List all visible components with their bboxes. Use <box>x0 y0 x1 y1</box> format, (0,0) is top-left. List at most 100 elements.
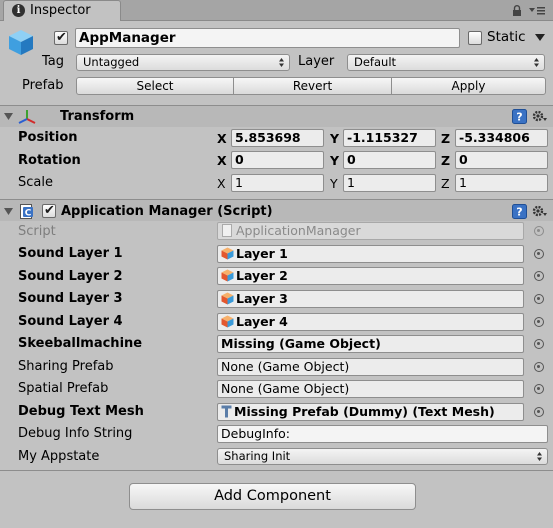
check-icon: ✔ <box>56 30 67 45</box>
rotation-x-input[interactable]: 0 <box>231 151 324 169</box>
rotation-z-input[interactable]: 0 <box>455 151 548 169</box>
skeeballmachine-field[interactable]: Missing (Game Object) <box>217 335 524 353</box>
rotation-x-axis-label[interactable]: X <box>217 153 227 168</box>
gear-icon[interactable] <box>532 109 548 124</box>
sharing-prefab-label: Sharing Prefab <box>18 359 114 374</box>
foldout-arrow-icon[interactable] <box>4 113 13 120</box>
updown-arrow-icon <box>537 452 542 461</box>
add-component-button[interactable]: Add Component <box>129 483 416 510</box>
object-picker-icon[interactable] <box>534 317 544 327</box>
skeeballmachine-label: Skeeballmachine <box>18 336 143 351</box>
debug-info-string-label: Debug Info String <box>18 426 133 441</box>
section-divider <box>0 470 553 471</box>
prefab-revert-button[interactable]: Revert <box>233 77 392 95</box>
object-picker-icon <box>534 226 544 236</box>
rotation-z-axis-label[interactable]: Z <box>441 153 450 168</box>
sound-layer-4-value: Layer 4 <box>236 314 288 329</box>
updown-arrow-icon <box>534 58 539 67</box>
object-picker-icon[interactable] <box>534 294 544 304</box>
rotation-y-input[interactable]: 0 <box>343 151 436 169</box>
gear-icon[interactable] <box>532 204 548 219</box>
static-label: Static <box>487 29 526 45</box>
layer-value: Default <box>354 55 397 69</box>
tag-dropdown[interactable]: Untagged <box>76 54 290 71</box>
prefab-cube-icon <box>221 269 234 282</box>
debug-text-mesh-label: Debug Text Mesh <box>18 404 144 419</box>
spatial-prefab-field[interactable]: None (Game Object) <box>217 380 524 398</box>
lock-icon[interactable] <box>512 5 522 16</box>
position-z-input[interactable]: -5.334806 <box>455 129 548 147</box>
sound-layer-1-field[interactable]: Layer 1 <box>217 245 524 263</box>
debug-info-string-input[interactable]: DebugInfo: <box>217 425 548 443</box>
active-checkbox[interactable]: ✔ <box>54 30 68 45</box>
svg-text:C: C <box>25 209 32 219</box>
foldout-arrow-icon[interactable] <box>4 208 13 215</box>
prefab-select-button[interactable]: Select <box>76 77 234 95</box>
sharing-prefab-field[interactable]: None (Game Object) <box>217 358 524 376</box>
position-x-axis-label[interactable]: X <box>217 131 227 146</box>
scale-x-input[interactable]: 1 <box>231 174 324 192</box>
position-x-input[interactable]: 5.853698 <box>231 129 324 147</box>
prefab-cube-icon <box>221 247 234 260</box>
static-checkbox[interactable] <box>468 31 482 45</box>
help-book-icon[interactable]: ? <box>512 109 527 124</box>
debug-text-mesh-value: Missing Prefab (Dummy) (Text Mesh) <box>234 404 495 419</box>
help-book-icon[interactable]: ? <box>512 204 527 219</box>
position-z-axis-label[interactable]: Z <box>441 131 450 146</box>
sound-layer-1-label: Sound Layer 1 <box>18 246 123 261</box>
object-picker-icon[interactable] <box>534 384 544 394</box>
scale-label: Scale <box>18 175 53 190</box>
object-picker-icon[interactable] <box>534 362 544 372</box>
object-picker-icon[interactable] <box>534 339 544 349</box>
layer-label: Layer <box>298 54 335 69</box>
scale-z-input[interactable]: 1 <box>455 174 548 192</box>
object-picker-icon[interactable] <box>534 407 544 417</box>
scale-y-input[interactable]: 1 <box>343 174 436 192</box>
script-field-label: Script <box>18 224 56 239</box>
sound-layer-3-value: Layer 3 <box>236 291 288 306</box>
debug-text-mesh-field[interactable]: Missing Prefab (Dummy) (Text Mesh) <box>217 403 524 421</box>
prefab-apply-button[interactable]: Apply <box>391 77 546 95</box>
spatial-prefab-label: Spatial Prefab <box>18 381 109 396</box>
gameobject-name-input[interactable]: AppManager <box>75 28 460 48</box>
transform-title: Transform <box>60 109 135 124</box>
sound-layer-2-field[interactable]: Layer 2 <box>217 267 524 285</box>
gameobject-cube-icon <box>9 30 33 55</box>
scale-y-axis-label[interactable]: Y <box>330 176 338 191</box>
scale-x-axis-label[interactable]: X <box>217 176 226 191</box>
script-reference-field: ApplicationManager <box>217 222 524 240</box>
script-component-title: Application Manager (Script) <box>61 204 273 219</box>
tab-title: Inspector <box>30 3 91 18</box>
transform-axes-icon <box>18 110 36 124</box>
rotation-label: Rotation <box>18 153 81 168</box>
static-dropdown-icon[interactable] <box>535 34 545 41</box>
text-mesh-icon <box>221 405 232 418</box>
sound-layer-3-field[interactable]: Layer 3 <box>217 290 524 308</box>
tag-value: Untagged <box>83 55 140 69</box>
inspector-tab[interactable]: i Inspector <box>3 0 121 21</box>
layer-dropdown[interactable]: Default <box>347 54 545 71</box>
sound-layer-2-label: Sound Layer 2 <box>18 269 123 284</box>
my-appstate-label: My Appstate <box>18 449 100 464</box>
panel-menu-icon[interactable] <box>528 5 546 16</box>
sound-layer-4-field[interactable]: Layer 4 <box>217 313 524 331</box>
my-appstate-dropdown[interactable]: Sharing Init <box>217 448 548 465</box>
position-y-input[interactable]: -1.115327 <box>343 129 436 147</box>
sound-layer-1-value: Layer 1 <box>236 246 288 261</box>
object-picker-icon[interactable] <box>534 249 544 259</box>
script-component-header[interactable]: C ✔ Application Manager (Script) ? <box>0 199 553 221</box>
script-file-icon: C <box>20 204 33 219</box>
position-y-axis-label[interactable]: Y <box>330 131 339 146</box>
prefab-label: Prefab <box>22 78 64 93</box>
prefab-cube-icon <box>221 315 234 328</box>
svg-text:?: ? <box>516 206 522 219</box>
transform-header[interactable]: Transform ? <box>0 105 553 127</box>
scale-z-axis-label[interactable]: Z <box>441 176 450 191</box>
script-asset-icon <box>222 224 232 237</box>
object-picker-icon[interactable] <box>534 271 544 281</box>
script-enabled-checkbox[interactable]: ✔ <box>42 203 56 218</box>
rotation-y-axis-label[interactable]: Y <box>330 153 339 168</box>
tab-bar: i Inspector <box>0 0 553 21</box>
sound-layer-3-label: Sound Layer 3 <box>18 291 123 306</box>
updown-arrow-icon <box>279 58 284 67</box>
